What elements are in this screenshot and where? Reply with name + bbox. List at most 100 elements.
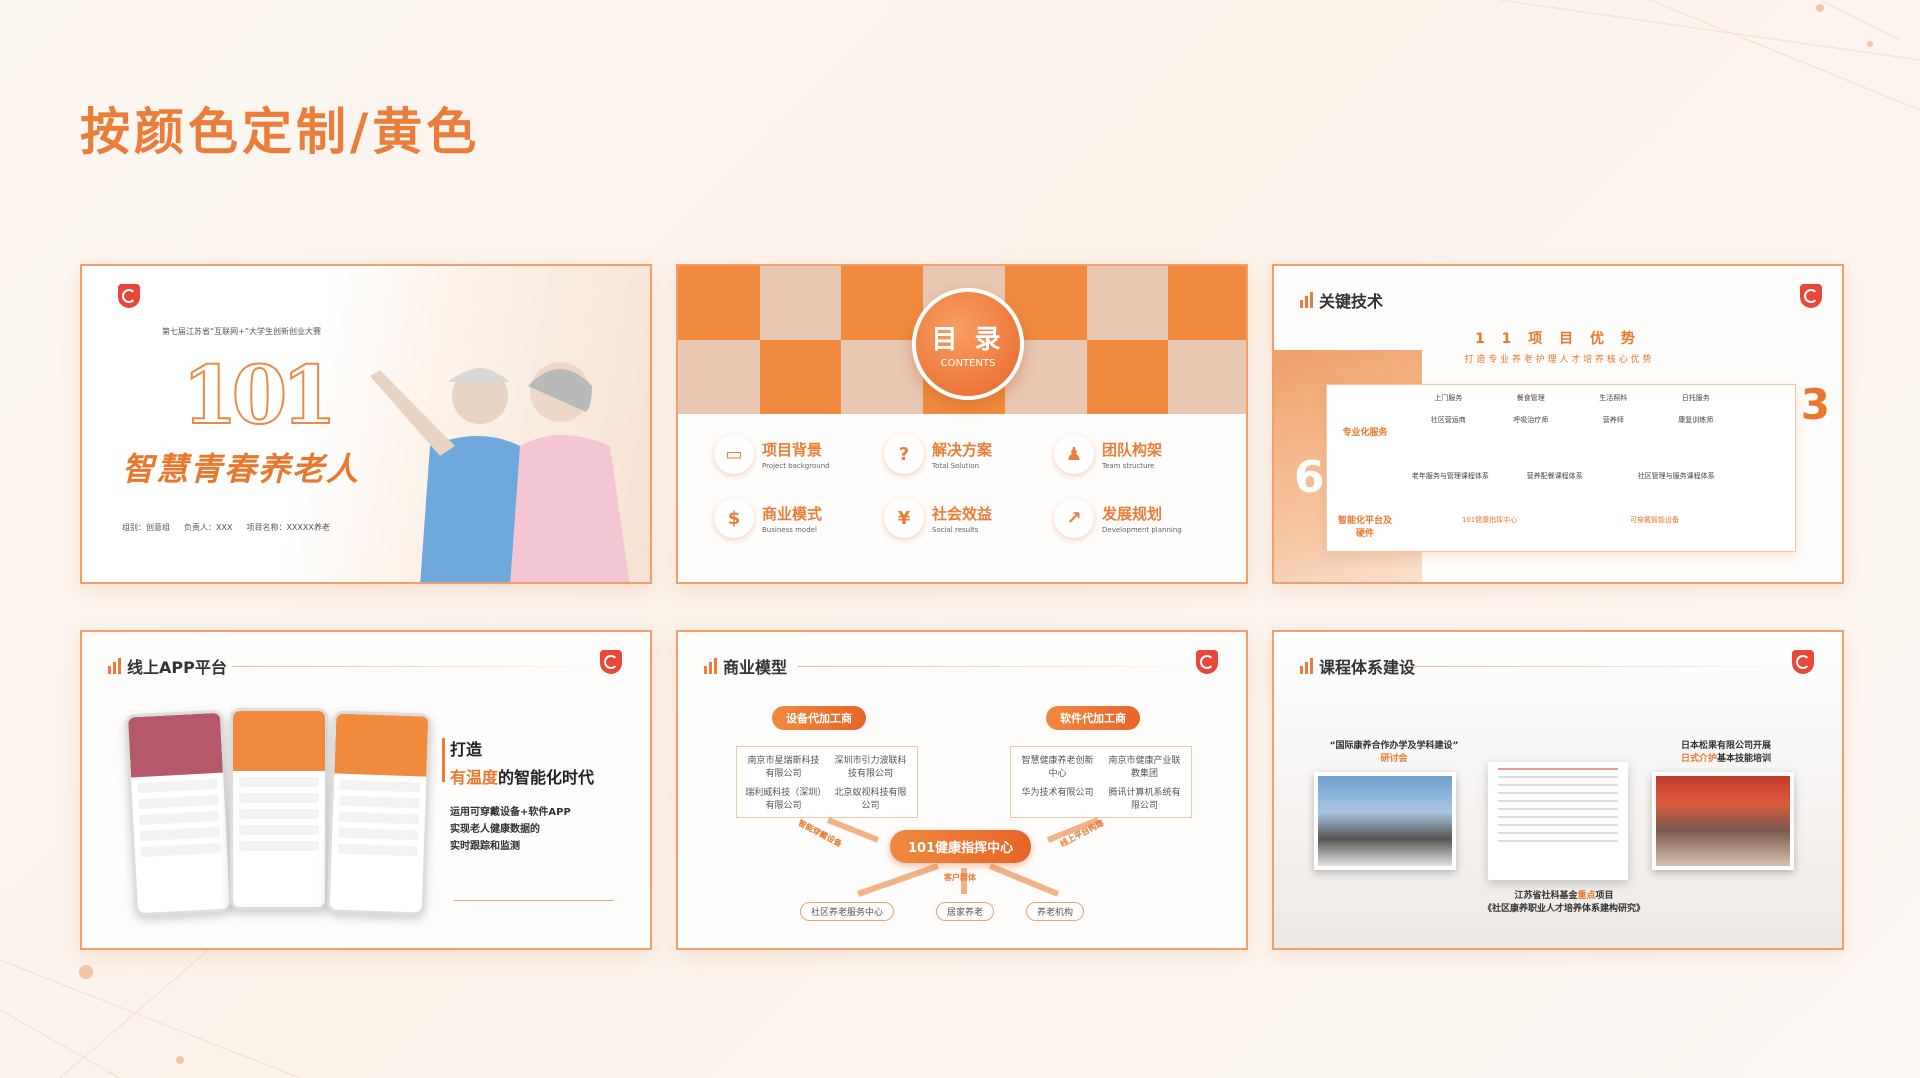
app-phone-mockup (326, 710, 432, 916)
table-cell: 日托服务 (1681, 394, 1710, 402)
caption-text: 《社区康养职业人才培养体系建构研究》 (1482, 904, 1645, 914)
project-number: 101 (181, 347, 338, 443)
section-title: 课程体系建设 (1300, 654, 1415, 678)
app-description: 运用可穿戴设备+软件APP 实现老人健康数据的 实时跟踪和监测 (450, 804, 571, 855)
section-title-text: 线上APP平台 (127, 658, 227, 677)
caption-text: 基本技能培训 (1717, 754, 1772, 764)
title-bars-icon (1300, 658, 1313, 674)
contents-item-label: 项目背景 (762, 440, 823, 459)
slide-thumbnail-app-platform[interactable]: 线上APP平台 打造 有温度的智能化时代 运用可穿戴设备+软件APP 实现老人健… (80, 630, 652, 950)
title-bars-icon (1300, 292, 1313, 308)
school-logo-icon (118, 284, 140, 308)
caption-text: 日本松果有限公司开展 (1680, 741, 1771, 751)
headline-line2: 有温度的智能化时代 (450, 764, 594, 788)
contents-item-en: Social results (932, 525, 979, 534)
info-leader: 负责人：XXX (184, 523, 233, 532)
command-center-pill: 101健康指挥中心 (890, 830, 1032, 863)
chart-icon: ↗ (1054, 498, 1094, 538)
contents-item-en: Team structure (1102, 461, 1155, 470)
contents-badge: 目 录 CONTENTS (912, 288, 1024, 400)
contents-item: ? 解决方案 Total Solution (884, 434, 1054, 474)
section-title: 关键技术 (1300, 288, 1383, 312)
project-title: 智慧青春养老人 (122, 450, 361, 488)
description-line: 实时跟踪和监测 (450, 841, 520, 852)
caption-text: 江苏省社科基金 (1514, 891, 1578, 901)
app-headline: 打造 有温度的智能化时代 (442, 736, 594, 788)
title-bars-icon (108, 658, 121, 674)
hardware-cells: 101健康指挥中心 可穿戴智能设备 (1407, 515, 1737, 525)
table-cell: 社区营运商 (1430, 416, 1466, 424)
caption-text: “国际康养合作办学及学科建设” (1329, 741, 1459, 751)
advantage-subtitle: 打 造 专 业 养 老 护 理 人 才 培 养 核 心 优 势 (1464, 355, 1652, 365)
contents-item-en: Project background (762, 461, 830, 470)
title-divider (1414, 666, 1804, 667)
competition-name: 第七届江苏省“互联网+”大学生创新创业大赛 (162, 327, 321, 336)
school-logo-icon (1792, 650, 1814, 674)
contents-item-en: Total Solution (932, 461, 980, 470)
money-bag-icon: ¥ (884, 498, 924, 538)
project-info: 组别：创意组 负责人：XXX 项目名称：XXXXX养老 (122, 522, 330, 533)
contents-item-en: Development planning (1102, 525, 1182, 534)
section-title: 线上APP平台 (108, 654, 227, 678)
table-cell: 社区管理与服务课程体系 (1637, 472, 1715, 480)
page-title: 按颜色定制/黄色 (80, 103, 481, 161)
row-label-service: 专业化服务 (1342, 428, 1388, 438)
description-line: 实现老人健康数据的 (450, 824, 540, 835)
contents-item-label: 团队构架 (1102, 440, 1163, 459)
table-cell: 营养师 (1602, 416, 1624, 424)
customer-pill: 养老机构 (1026, 902, 1085, 921)
contents-item-label: 商业模式 (762, 504, 823, 523)
app-phone-mockup (124, 709, 234, 917)
contents-item: ↗ 发展规划 Development planning (1054, 498, 1224, 538)
contents-list: ▭ 项目背景 Project background ? 解决方案 Total Sol… (714, 434, 1224, 538)
app-phone-mockup (230, 708, 328, 910)
advantage-heading: 1 1 项 目 优 势 (1475, 331, 1641, 347)
seminar-photo (1314, 772, 1456, 870)
contents-item-label: 解决方案 (932, 440, 993, 459)
info-project: 项目名称：XXXXX养老 (246, 523, 330, 532)
headline-highlight: 有温度 (450, 768, 499, 787)
slide-thumbnail-contents[interactable]: 目 录 CONTENTS ▭ 项目背景 Project background ? … (676, 264, 1248, 584)
advantage-table: 专业化服务 智能化平台及硬件 上门服务 餐食管理 生活照料 日托服务 社区营运商… (1326, 384, 1796, 552)
monitor-icon: ▭ (714, 434, 754, 474)
contents-item: ¥ 社会效益 Social results (884, 498, 1054, 538)
description-line: 运用可穿戴设备+软件APP (450, 807, 571, 818)
course-cells: 老年服务与管理课程体系 营养配餐课程体系 社区管理与服务课程体系 (1407, 471, 1737, 481)
bottom-divider (454, 900, 614, 901)
contents-item: $ 商业模式 Business model (714, 498, 884, 538)
table-cell: 餐食管理 (1516, 394, 1545, 402)
table-cell: 上门服务 (1434, 394, 1463, 402)
info-group: 组别：创意组 (122, 523, 170, 532)
customer-group-label: 客户群体 (944, 873, 976, 882)
photo-caption-right: 日本松果有限公司开展 日式介护基本技能培训 (1646, 738, 1806, 764)
caption-text: 项目 (1595, 891, 1614, 901)
section-title-text: 课程体系建设 (1319, 658, 1416, 677)
contents-item-label: 社会效益 (932, 504, 993, 523)
slide-thumbnail-cover[interactable]: 第七届江苏省“互联网+”大学生创新创业大赛 101 智慧青春养老人 组别：创意组… (80, 264, 652, 584)
table-cell: 营养配餐课程体系 (1526, 472, 1583, 480)
slide-thumbnail-business-model[interactable]: 商业模型 设备代加工商 软件代加工商 南京市星瑞斯科技有限公司 深圳市引力波联科… (676, 630, 1248, 950)
table-cell: 生活照料 (1599, 394, 1628, 402)
research-document-image (1488, 762, 1628, 880)
lightbulb-icon: ? (884, 434, 924, 474)
customer-pill: 居家养老 (936, 902, 995, 921)
caption-highlight: 研讨会 (1380, 754, 1408, 764)
contents-heading: 目 录 (931, 325, 1005, 355)
headline-rest: 的智能化时代 (498, 768, 595, 787)
headline-line1: 打造 (450, 740, 483, 759)
school-logo-icon (600, 650, 622, 674)
table-cell: 101健康指挥中心 (1461, 516, 1518, 524)
slide-thumbnail-curriculum[interactable]: 课程体系建设 “国际康养合作办学及学科建设” 研讨会 日本松果有限公司开展 日式… (1272, 630, 1844, 950)
customer-pill: 社区养老服务中心 (800, 902, 895, 921)
contents-item-label: 发展规划 (1102, 504, 1163, 523)
big-number-six: 6 (1294, 452, 1325, 503)
photo-caption-left: “国际康养合作办学及学科建设” 研讨会 (1314, 738, 1474, 764)
big-number-three: 3 (1800, 380, 1830, 429)
title-divider (232, 666, 612, 667)
document-caption: 江苏省社科基金重点项目 《社区康养职业人才培养体系建构研究》 (1434, 888, 1694, 914)
team-icon: ♟ (1054, 434, 1094, 474)
table-cell: 康复训练师 (1678, 416, 1714, 424)
slide-thumbnail-key-technology[interactable]: 关键技术 1 1 项 目 优 势 打 造 专 业 养 老 护 理 人 才 培 养… (1272, 264, 1844, 584)
row-label-platform: 智能化平台及硬件 (1337, 516, 1392, 539)
headline-accent-bar (442, 738, 445, 782)
